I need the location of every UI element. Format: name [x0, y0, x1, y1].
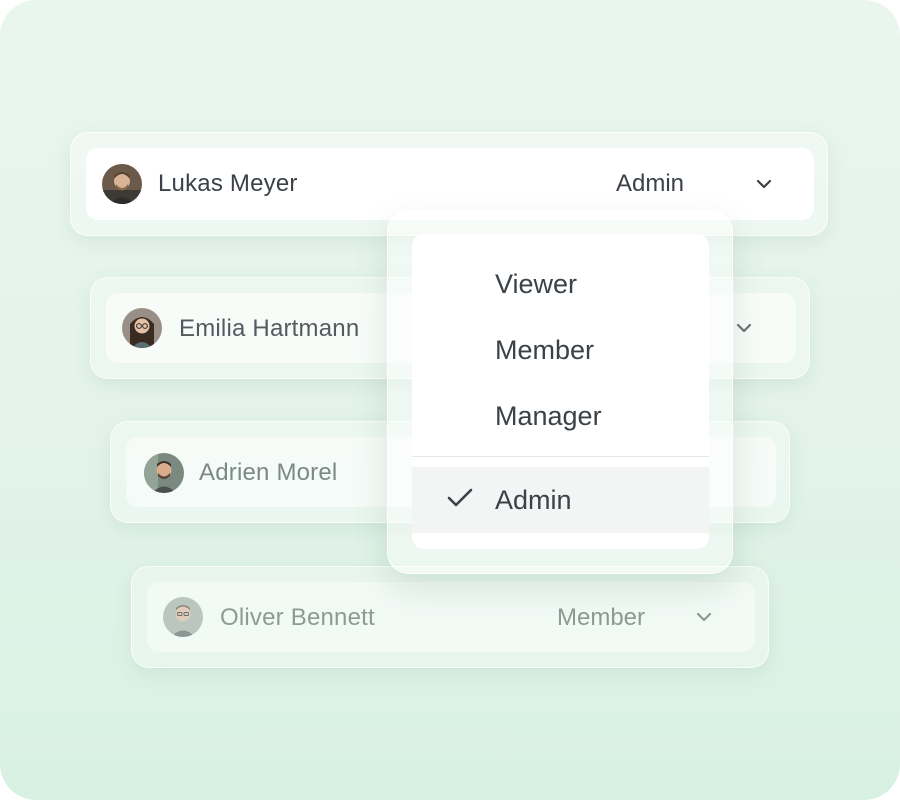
menu-item-label: Admin [495, 485, 572, 515]
avatar-emilia [122, 308, 162, 348]
role-select-value[interactable]: Admin [616, 170, 684, 198]
member-name: Lukas Meyer [158, 170, 298, 197]
role-select-value[interactable]: Member [557, 604, 645, 632]
member-row-oliver: Oliver Bennett Member [131, 566, 769, 668]
menu-item-label: Viewer [495, 269, 578, 299]
member-name: Adrien Morel [199, 459, 338, 486]
menu-item-viewer[interactable]: Viewer [412, 252, 709, 316]
role-dropdown-list: Viewer Member Manager Admin [412, 234, 709, 549]
avatar-lukas [102, 164, 142, 204]
role-assignment-panel: Lukas Meyer Admin Emilia Hartmann Adrien… [0, 0, 900, 800]
menu-divider [412, 456, 709, 457]
avatar-oliver [163, 597, 203, 637]
menu-item-label: Manager [495, 401, 602, 431]
menu-item-manager[interactable]: Manager [412, 384, 709, 448]
chevron-down-icon[interactable] [754, 174, 774, 194]
check-icon [446, 486, 474, 510]
chevron-down-icon[interactable] [694, 607, 714, 627]
member-row-inner[interactable]: Oliver Bennett Member [147, 582, 755, 652]
menu-item-member[interactable]: Member [412, 318, 709, 382]
avatar-adrien [144, 453, 184, 493]
menu-item-label: Member [495, 335, 595, 365]
member-name: Emilia Hartmann [179, 315, 360, 342]
role-dropdown: Viewer Member Manager Admin [387, 210, 733, 574]
chevron-down-icon[interactable] [734, 318, 754, 338]
member-name: Oliver Bennett [220, 604, 375, 631]
menu-item-admin[interactable]: Admin [412, 467, 709, 533]
